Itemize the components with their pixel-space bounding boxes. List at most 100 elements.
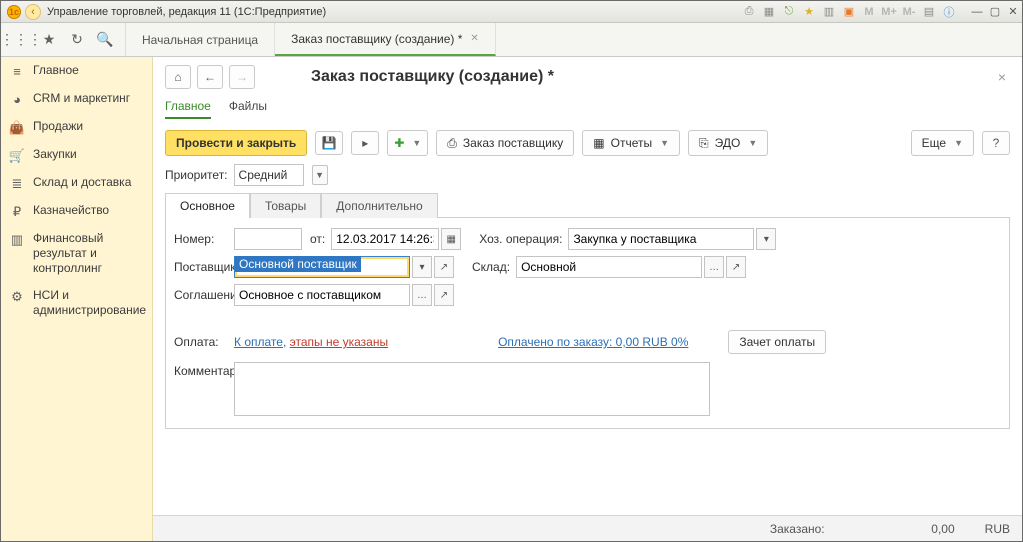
doc-plus-icon: ✚ [394,136,404,150]
tabbar: ⋮⋮⋮ ★ ↻ 🔍 Начальная страница Заказ поста… [1,23,1022,57]
comment-textarea[interactable] [234,362,710,416]
subtab-files[interactable]: Файлы [229,99,267,119]
m-minus-icon[interactable]: M- [902,5,916,19]
post-button[interactable]: ▸ [351,131,379,155]
favorite-icon[interactable]: ★ [37,28,61,52]
search-icon[interactable]: 🔍 [93,28,117,52]
back-round-icon[interactable]: ‹ [25,4,41,20]
tab-close-icon[interactable]: ✕ [470,33,478,44]
agreement-open-icon[interactable]: ↗ [434,284,454,306]
reports-button[interactable]: ▦Отчеты▼ [582,130,680,156]
sidebar: ≡Главное ◕CRM и маркетинг 👜 Продажи 🛒Заку… [1,57,153,541]
agreement-ellipsis-icon[interactable]: … [412,284,432,306]
square-icon[interactable]: ▣ [842,5,856,19]
supplier-label: Поставщик: [174,260,234,274]
edo-icon: ⎘ [699,136,709,151]
bag-icon: 👜 [9,119,25,135]
status-footer: Заказано: 0,00 RUB [153,515,1022,541]
offset-payment-button[interactable]: Зачет оплаты [728,330,826,354]
subtab-main[interactable]: Главное [165,99,211,119]
chart-icon: ▥ [9,231,25,247]
save-button[interactable]: 💾 [315,131,343,155]
printer-icon: ⎙ [447,136,457,151]
supplier-input[interactable]: Основной поставщик [234,256,410,278]
m-plus-icon[interactable]: M+ [882,5,896,19]
edo-button[interactable]: ⎘ЭДО▼ [688,130,768,156]
inner-tab-main[interactable]: Основное [165,193,250,218]
info-icon[interactable]: ⓘ [942,5,956,19]
grid-icon[interactable]: ▦ [762,5,776,19]
list-icon: ≣ [9,175,25,191]
date-input[interactable] [331,228,439,250]
link-icon[interactable]: ⎋ [782,5,796,19]
apps-icon[interactable]: ⋮⋮⋮ [9,28,33,52]
calendar-icon[interactable]: ▦ [441,228,461,250]
sidebar-item-crm[interactable]: ◕CRM и маркетинг [1,85,152,113]
payment-row: Оплата: К оплате, этапы не указаны Оплач… [174,330,1001,354]
window-title: Управление торговлей, редакция 11 (1С:Пр… [45,6,742,18]
number-label: Номер: [174,232,234,246]
supplier-open-icon[interactable]: ↗ [434,256,454,278]
agreement-input[interactable] [234,284,410,306]
app-window: 1c ‹ Управление торговлей, редакция 11 (… [0,0,1023,542]
sidebar-item-admin[interactable]: ⚙НСИ и администрирование [1,282,152,324]
star-icon[interactable]: ★ [802,5,816,19]
pie-icon: ◕ [9,91,25,107]
maximize-icon[interactable]: ▢ [986,4,1004,20]
document-close-icon[interactable]: × [994,69,1010,85]
home-button[interactable]: ⌂ [165,65,191,89]
form-main: Номер: от: ▦ Хоз. операция: ▾ Поставщик:… [165,218,1010,429]
priority-dropdown-icon[interactable]: ▼ [312,165,328,185]
tab-start-page[interactable]: Начальная страница [126,23,275,56]
nav-fwd-button[interactable]: → [229,65,255,89]
close-window-icon[interactable]: ✕ [1004,4,1022,20]
payment-label: Оплата: [174,335,234,349]
report-icon: ▦ [593,136,604,150]
warehouse-ellipsis-icon[interactable]: … [704,256,724,278]
minimize-icon[interactable]: — [968,4,986,20]
m-icon[interactable]: M [862,5,876,19]
sidebar-item-label: Казначейство [33,203,109,218]
create-based-button[interactable]: ✚▼ [387,130,428,156]
sidebar-item-label: Продажи [33,119,83,134]
logo-1c-icon: 1c [7,5,21,19]
help-button[interactable]: ? [982,131,1010,155]
priority-label: Приоритет: [165,168,228,182]
sidebar-item-finance[interactable]: ▥ Финансовый результат и контроллинг [1,225,152,282]
history-icon[interactable]: ↻ [65,28,89,52]
titlebar: 1c ‹ Управление торговлей, редакция 11 (… [1,1,1022,23]
inner-tab-extra[interactable]: Дополнительно [321,193,437,218]
titlebar-toolbar: ⎙ ▦ ⎋ ★ ▥ ▣ M M+ M- ▤ ⓘ [742,5,962,19]
sidebar-item-label: Финансовый результат и контроллинг [33,231,142,276]
from-label: от: [310,232,325,246]
ruble-icon: ₽ [9,203,25,219]
inner-tab-goods[interactable]: Товары [250,193,321,218]
sidebar-item-sales[interactable]: 👜 Продажи [1,113,152,141]
gear-icon: ⚙ [9,288,25,304]
payment-stages-link[interactable]: этапы не указаны [290,335,388,349]
operation-select[interactable] [568,228,754,250]
paid-by-order-link[interactable]: Оплачено по заказу: 0,00 RUB 0% [498,335,688,349]
order-supplier-button[interactable]: ⎙Заказ поставщику [436,130,574,156]
cart-icon: 🛒 [9,147,25,163]
payment-topay-link[interactable]: К оплате [234,335,283,349]
operation-dropdown-icon[interactable]: ▾ [756,228,776,250]
sidebar-item-main[interactable]: ≡Главное [1,57,152,85]
sidebar-item-warehouse[interactable]: ≣Склад и доставка [1,169,152,197]
priority-select[interactable]: Средний [234,164,304,186]
sidebar-item-treasury[interactable]: ₽ Казначейство [1,197,152,225]
operation-label: Хоз. операция: [479,232,562,246]
number-input[interactable] [234,228,302,250]
warehouse-open-icon[interactable]: ↗ [726,256,746,278]
post-and-close-button[interactable]: Провести и закрыть [165,130,307,156]
supplier-dropdown-icon[interactable]: ▾ [412,256,432,278]
print-icon[interactable]: ⎙ [742,5,756,19]
sidebar-item-purchases[interactable]: 🛒Закупки [1,141,152,169]
calc-icon[interactable]: ▥ [822,5,836,19]
nav-back-button[interactable]: ← [197,65,223,89]
more-button[interactable]: Еще▼ [911,130,974,156]
warehouse-input[interactable] [516,256,702,278]
tools-icon[interactable]: ▤ [922,5,936,19]
tab-order-supplier[interactable]: Заказ поставщику (создание) * ✕ [275,23,496,56]
home-icon: ≡ [9,63,25,79]
